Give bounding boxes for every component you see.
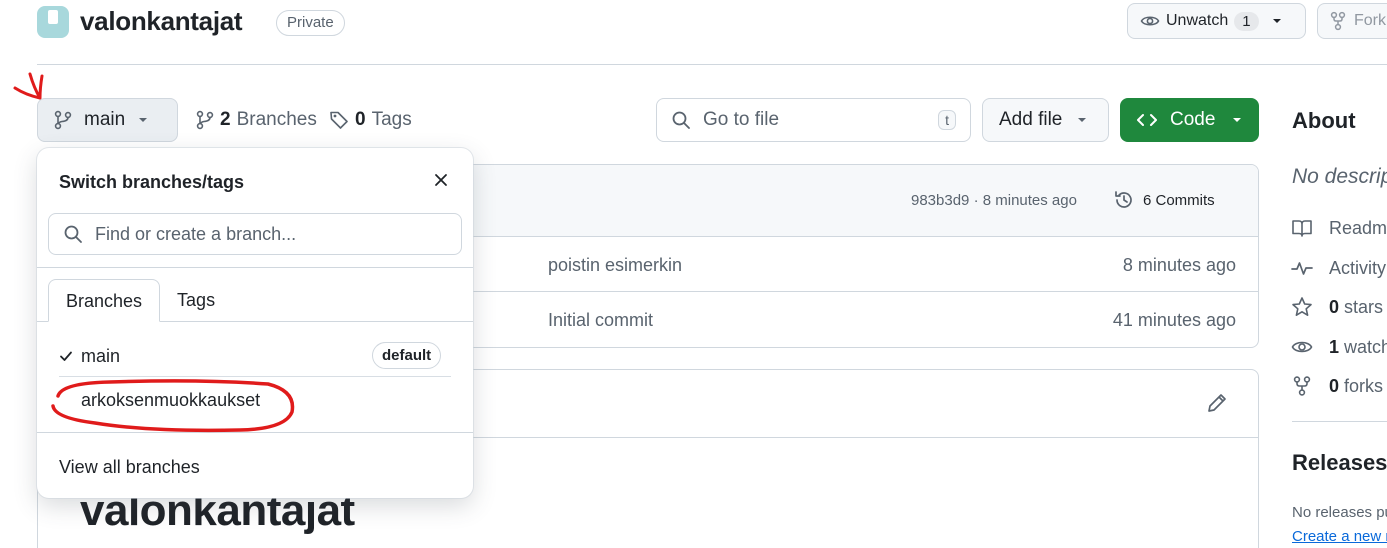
branches-label: Branches <box>236 109 317 130</box>
branch-icon <box>54 110 72 130</box>
chevron-down-icon <box>1231 114 1243 126</box>
releases-heading: Releases <box>1292 450 1387 475</box>
keyboard-shortcut-hint: t <box>938 110 956 130</box>
view-all-branches-link[interactable]: View all branches <box>59 457 200 478</box>
commit-time: 8 minutes ago <box>1122 255 1236 275</box>
default-branch-badge: default <box>372 342 442 369</box>
pulse-icon <box>1291 257 1313 279</box>
chevron-down-icon <box>1271 15 1283 27</box>
latest-commit-sha[interactable]: 983b3d9 · 8 minutes ago <box>911 192 1077 209</box>
annotation-arrow <box>13 72 44 100</box>
branch-selector-button[interactable]: main <box>37 98 178 142</box>
current-branch-label: main <box>84 109 126 130</box>
fork-icon <box>1330 11 1346 31</box>
tab-tags[interactable]: Tags <box>160 279 232 322</box>
repo-avatar <box>37 6 69 38</box>
watch-count: 1 <box>1234 11 1259 31</box>
star-icon <box>1291 296 1313 318</box>
sidebar-item-label: stars <box>1344 296 1384 317</box>
about-description: No description <box>1292 165 1387 188</box>
about-heading: About <box>1292 108 1356 133</box>
list-divider <box>59 376 451 377</box>
no-releases-text: No releases published <box>1292 504 1387 521</box>
sidebar-divider <box>1292 421 1387 422</box>
branches-link[interactable]: 2 Branches <box>196 109 317 131</box>
branch-icon <box>196 110 214 130</box>
dropdown-divider <box>37 432 473 433</box>
sidebar-item-count: 1 <box>1329 336 1340 357</box>
eye-icon <box>1291 336 1313 358</box>
repo-name[interactable]: valonkantajat <box>80 6 243 37</box>
sidebar-item-label: forks <box>1344 375 1384 396</box>
code-button[interactable]: Code <box>1120 98 1259 142</box>
sidebar-item-label: Readme <box>1329 217 1387 238</box>
branch-search-placeholder: Find or create a branch... <box>95 223 297 244</box>
branch-search-input[interactable]: Find or create a branch... <box>48 213 462 255</box>
history-icon <box>1113 189 1135 211</box>
branch-item-arkoksenmuokkaukset[interactable]: arkoksenmuokkaukset <box>37 378 473 422</box>
tag-icon <box>329 110 349 130</box>
visibility-badge: Private <box>276 10 345 36</box>
code-label: Code <box>1170 109 1216 130</box>
dropdown-tabs: Branches Tags <box>48 279 232 322</box>
go-to-file-input[interactable]: Go to file t <box>656 98 971 142</box>
branch-name: arkoksenmuokkaukset <box>81 389 261 410</box>
book-icon <box>1291 217 1313 239</box>
sidebar-item-label: watching <box>1344 336 1387 357</box>
close-icon[interactable] <box>431 170 451 190</box>
tags-link[interactable]: 0 Tags <box>329 109 412 131</box>
commits-history-link[interactable]: 6 Commits <box>1113 189 1215 211</box>
sidebar-item-count: 0 <box>1329 375 1340 396</box>
commit-message-link[interactable]: Initial commit <box>548 310 653 331</box>
sidebar-item-activity[interactable]: Activity <box>1291 257 1386 279</box>
fork-label: Fork <box>1354 12 1386 29</box>
header-divider <box>37 64 1387 65</box>
create-release-link[interactable]: Create a new release <box>1292 528 1387 545</box>
add-file-label: Add file <box>999 109 1063 130</box>
commit-time: 41 minutes ago <box>1112 310 1236 330</box>
sidebar-item-count: 0 <box>1329 296 1340 317</box>
dropdown-title: Switch branches/tags <box>59 172 245 192</box>
branch-count: 2 <box>220 109 231 130</box>
dropdown-divider <box>37 267 473 268</box>
pencil-icon[interactable] <box>1206 392 1228 414</box>
check-icon <box>59 349 73 363</box>
fork-icon <box>1291 375 1313 397</box>
sidebar-item-label: Activity <box>1329 257 1387 278</box>
chevron-down-icon <box>1076 114 1088 126</box>
tags-label: Tags <box>371 109 412 130</box>
search-icon <box>63 224 83 244</box>
eye-icon <box>1140 11 1160 31</box>
fork-button[interactable]: Fork <box>1317 3 1387 39</box>
sidebar-item-readme[interactable]: Readme <box>1291 217 1387 239</box>
sidebar-item-watching[interactable]: 1 watching <box>1291 336 1387 358</box>
unwatch-label: Unwatch <box>1166 12 1229 29</box>
tab-branches[interactable]: Branches <box>48 279 161 322</box>
sidebar-item-forks[interactable]: 0 forks <box>1291 375 1383 397</box>
unwatch-button[interactable]: Unwatch 1 <box>1127 3 1306 39</box>
search-icon <box>671 110 691 130</box>
branch-name: main <box>81 345 121 366</box>
sidebar-item-stars[interactable]: 0 stars <box>1291 296 1383 318</box>
go-to-file-placeholder: Go to file <box>703 109 780 130</box>
commits-label: 6 Commits <box>1143 191 1215 209</box>
chevron-down-icon <box>137 114 149 126</box>
branch-switcher-dropdown: Switch branches/tags Find or create a br… <box>37 148 473 498</box>
tag-count: 0 <box>355 109 366 130</box>
add-file-button[interactable]: Add file <box>982 98 1109 142</box>
commit-message-link[interactable]: poistin esimerkin <box>548 255 682 276</box>
code-icon <box>1136 112 1158 128</box>
